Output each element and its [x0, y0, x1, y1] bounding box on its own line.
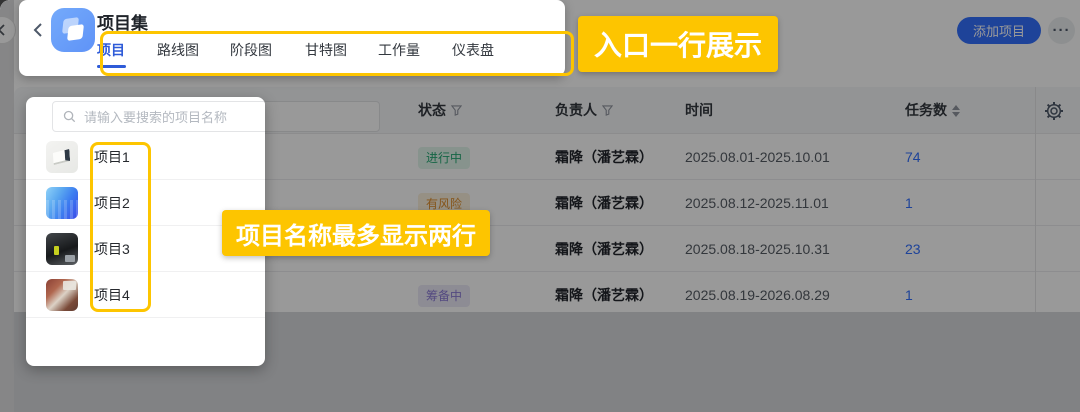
column-header-status[interactable]: 状态	[418, 87, 462, 134]
list-item[interactable]: 项目4	[26, 272, 265, 318]
time-header-label: 时间	[685, 102, 713, 118]
more-button[interactable]: ···	[1048, 17, 1075, 44]
status-badge: 筹备中	[418, 285, 471, 307]
project-thumbnail	[46, 233, 78, 265]
status-badge: 进行中	[418, 147, 471, 169]
search-icon	[63, 110, 76, 123]
project-set-header-card: 项目集 项目 路线图 阶段图 甘特图 工作量 仪表盘	[19, 0, 565, 76]
project-thumbnail	[46, 187, 78, 219]
time-cell: 2025.08.01-2025.10.01	[685, 149, 830, 165]
tab-workload[interactable]: 工作量	[378, 38, 420, 62]
owner-header-label: 负责人	[555, 102, 597, 118]
search-field[interactable]: 请输入要搜索的项目名称	[52, 101, 265, 132]
back-chevron-icon[interactable]	[31, 22, 47, 38]
tasks-count-link[interactable]: 74	[905, 134, 921, 180]
sort-icon[interactable]	[952, 104, 960, 117]
filter-icon[interactable]	[602, 105, 613, 116]
tasks-count-link[interactable]: 23	[905, 226, 921, 272]
project-name: 项目3	[94, 241, 130, 257]
tab-bar: 项目 路线图 阶段图 甘特图 工作量 仪表盘	[19, 38, 565, 68]
project-thumbnail	[46, 279, 78, 311]
project-name: 项目1	[94, 149, 130, 165]
project-name: 项目2	[94, 195, 130, 211]
active-tab-underline	[97, 65, 126, 68]
owner-cell: 霜降（潘艺霖）	[555, 241, 653, 257]
project-thumbnail	[46, 141, 78, 173]
tab-stages[interactable]: 阶段图	[230, 38, 272, 62]
tab-projects[interactable]: 项目	[97, 38, 125, 62]
owner-cell: 霜降（潘艺霖）	[555, 149, 653, 165]
settings-column-divider	[1035, 87, 1036, 340]
annotation-names-note: 项目名称最多显示两行	[222, 210, 490, 256]
tab-dashboard[interactable]: 仪表盘	[452, 38, 494, 62]
annotation-tabs-note: 入口一行展示	[578, 16, 779, 72]
app-window: 添加项目 ··· 状态 负责人 时间 任务数 进行中 霜降（潘艺霖） 2025.…	[0, 0, 1080, 412]
add-project-button[interactable]: 添加项目	[957, 17, 1041, 44]
column-header-time[interactable]: 时间	[685, 87, 713, 134]
page-title: 项目集	[97, 14, 148, 33]
list-item[interactable]: 项目1	[26, 134, 265, 180]
time-cell: 2025.08.12-2025.11.01	[685, 195, 829, 211]
owner-cell: 霜降（潘艺霖）	[555, 195, 653, 211]
tab-gantt[interactable]: 甘特图	[305, 38, 347, 62]
tab-roadmap[interactable]: 路线图	[157, 38, 199, 62]
column-header-owner[interactable]: 负责人	[555, 87, 613, 134]
column-header-tasks[interactable]: 任务数	[905, 87, 960, 134]
tasks-count-link[interactable]: 1	[905, 180, 913, 226]
status-header-label: 状态	[418, 102, 446, 118]
search-placeholder: 请输入要搜索的项目名称	[84, 110, 228, 125]
chevron-left-icon	[0, 24, 5, 36]
left-rail	[0, 0, 14, 412]
gear-icon[interactable]	[1044, 101, 1064, 121]
filter-icon[interactable]	[451, 105, 462, 116]
tasks-header-label: 任务数	[905, 102, 947, 118]
time-cell: 2025.08.18-2025.10.31	[685, 241, 830, 257]
project-name: 项目4	[94, 287, 130, 303]
